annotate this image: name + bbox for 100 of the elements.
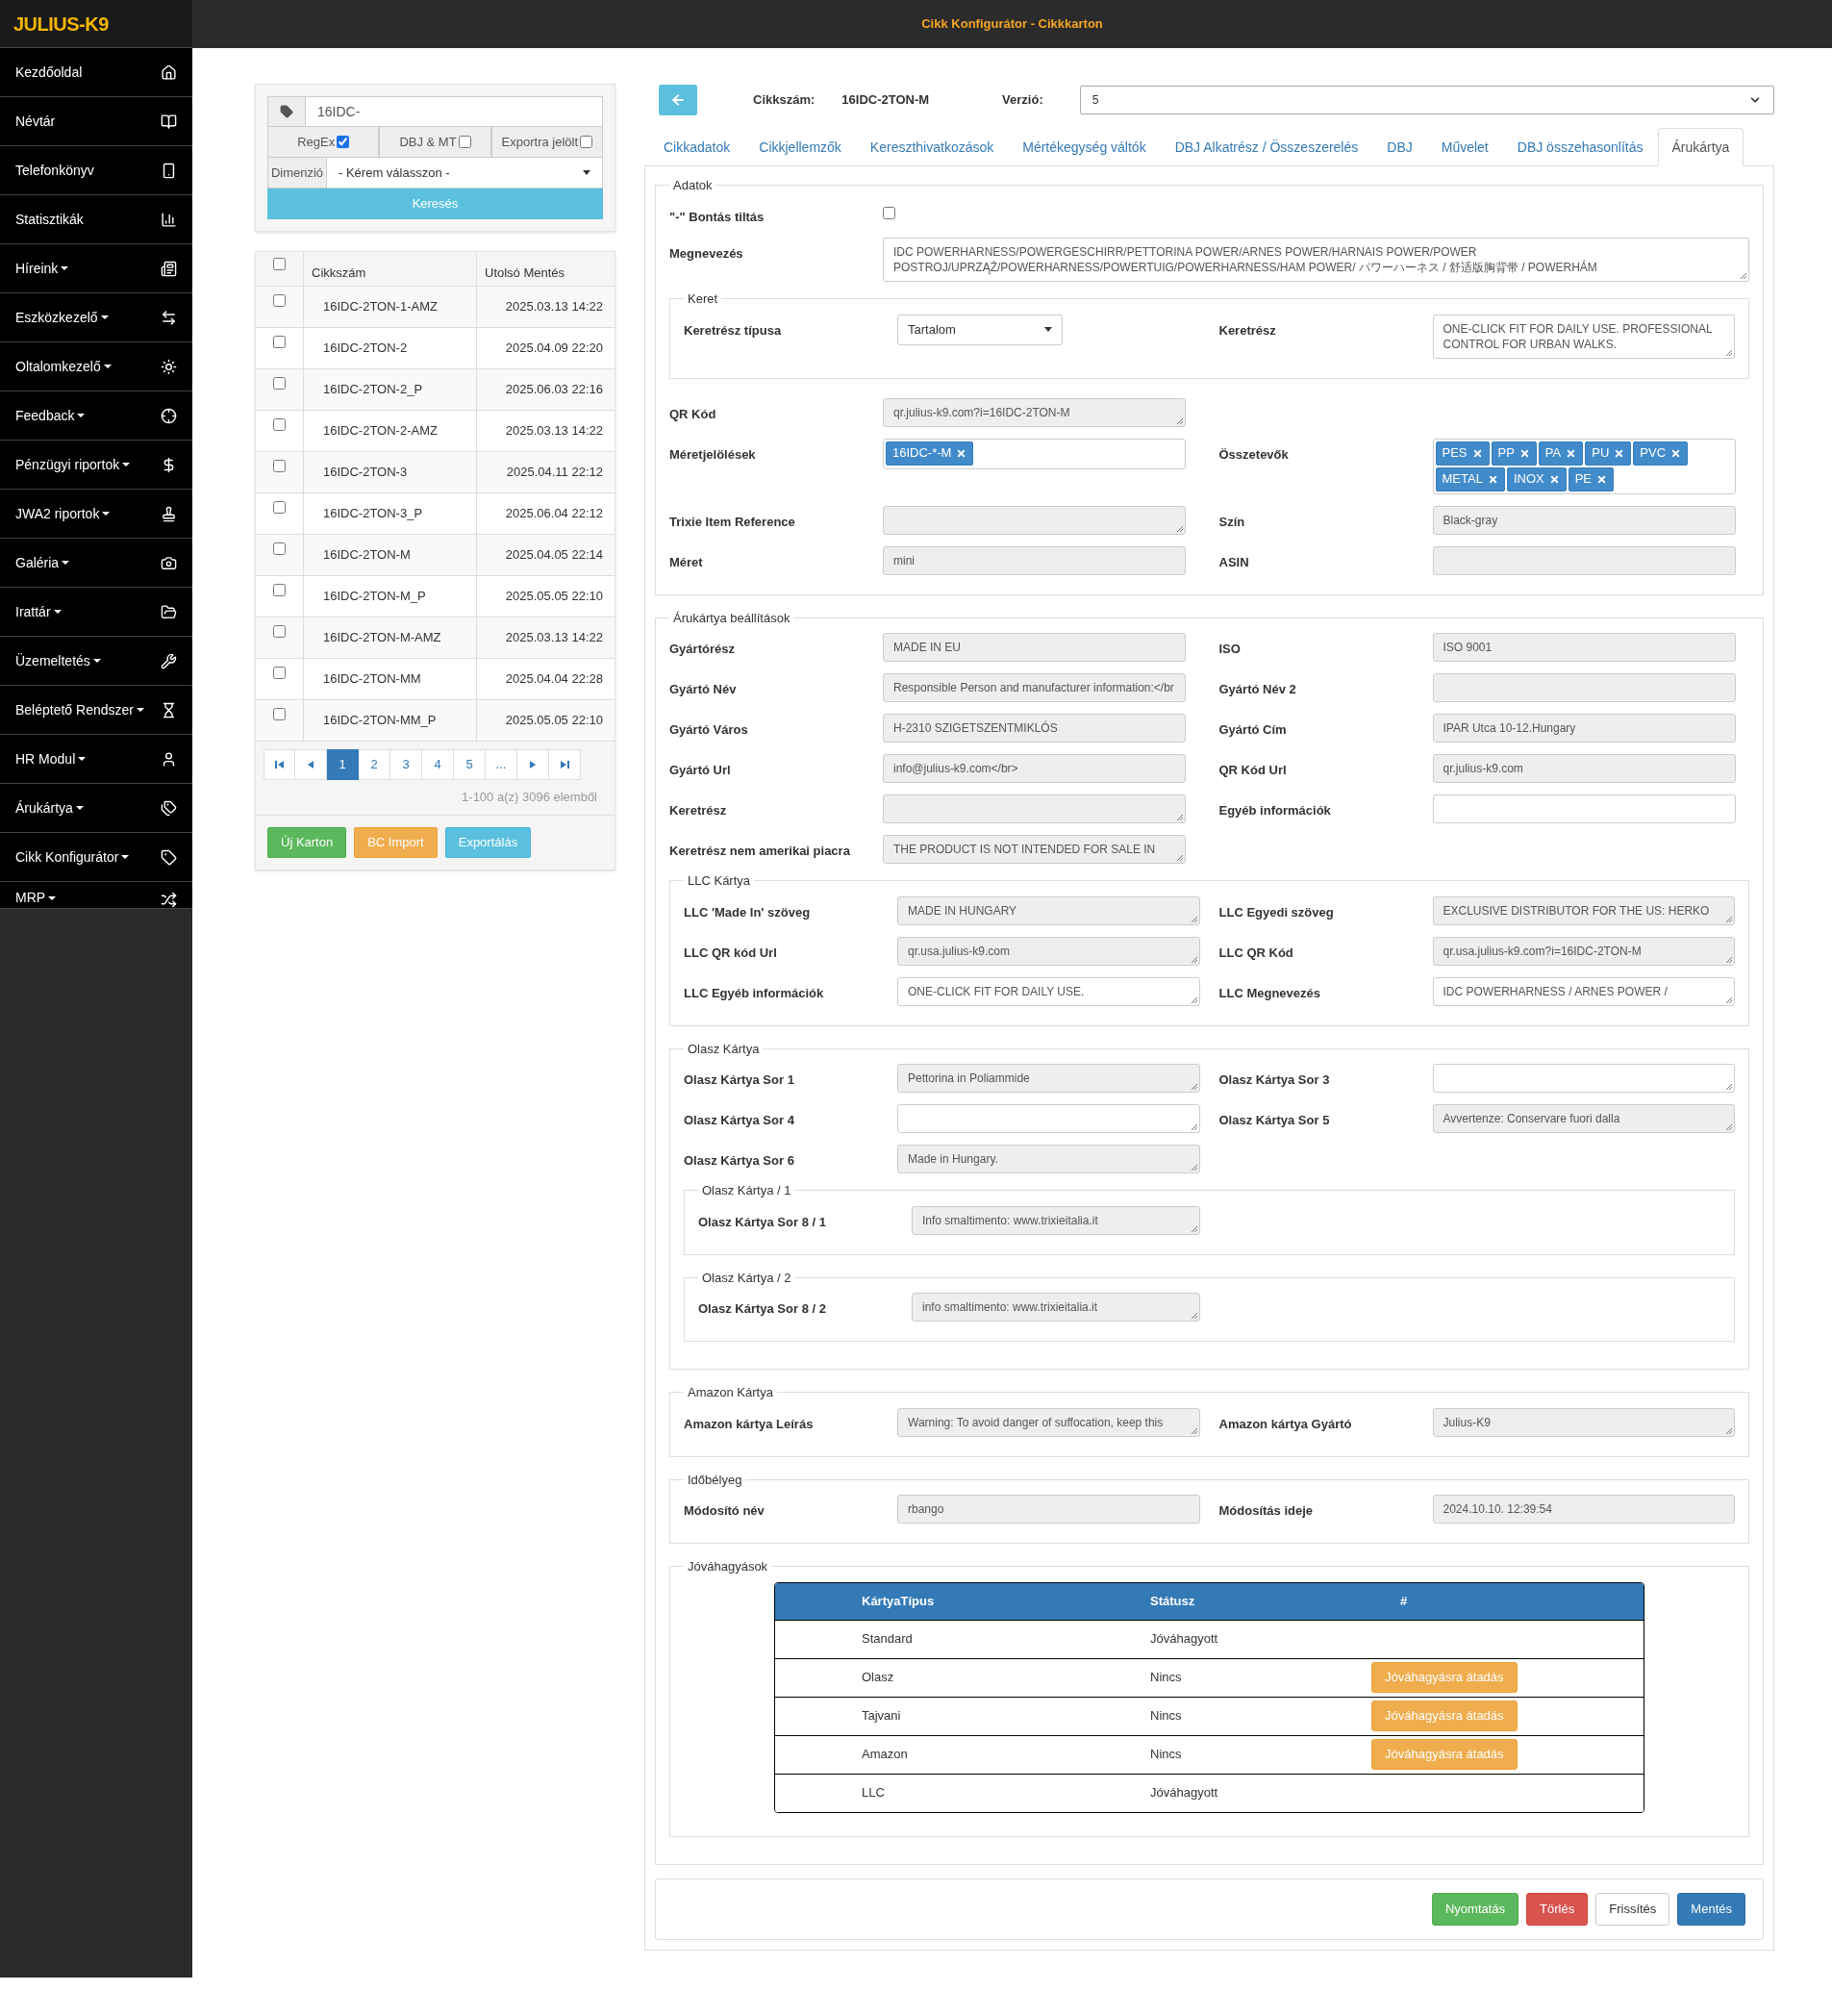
table-cell-text: LLC [861,1784,886,1802]
sidebar-item[interactable]: Irattár [0,588,192,637]
page-button[interactable]: 2 [359,749,390,780]
search-field[interactable]: 16IDC- [306,96,603,127]
tab[interactable]: DBJ [1372,128,1427,166]
page-button[interactable]: 5 [454,749,486,780]
table-cell: 16IDC-2TON-3_P [304,493,477,534]
select-all-checkbox[interactable] [273,258,286,270]
sidebar-item[interactable]: Cikk Konfigurátor [0,833,192,882]
sidebar-item[interactable]: Feedback [0,391,192,441]
sidebar-item[interactable]: Névtár [0,97,192,146]
checkbox[interactable] [580,136,593,148]
checkbox[interactable] [883,206,895,219]
sidebar-item[interactable]: MRP [0,882,192,909]
table-cell-text: 2025.04.09 22:20 [504,340,604,358]
resize-grip-icon [1176,814,1183,820]
field-label: Gyártórész [669,641,736,658]
textarea-field[interactable]: ONE-CLICK FIT FOR DAILY USE. PROFESSIONAL CONTROL FOR URBAN WALKS. [1432,314,1735,359]
field-value: Info smaltimento: www.trixieitalia.it [922,1213,1098,1227]
tag-chip[interactable]: PU [1585,441,1632,466]
phone-icon [161,162,177,179]
row-checkbox[interactable] [273,501,286,514]
sidebar-item[interactable]: HR Modul [0,735,192,784]
textarea-field[interactable]: IDC POWERHARNESS/POWERGESCHIRR/PETTORINA POWER/ARNES POWER/HARNAIS POWER/POWER POSTROJ/UPRZĄŻ/POWERHARNESS/POWERTUIG/POWERHARNESS/HAM POWER/ パワーハーネス / 舒适版胸背带 / POWERHÁM [883,238,1749,282]
column-header: KártyaTípus [861,1592,936,1610]
checkbox[interactable] [458,136,471,148]
checkbox[interactable] [337,136,350,148]
next-page-button[interactable] [517,749,549,780]
tag-chip[interactable]: PES [1435,441,1490,466]
row-checkbox[interactable] [273,418,286,431]
previous-page-button[interactable] [295,749,327,780]
version-select[interactable]: 5 [1079,86,1774,114]
sidebar-item[interactable]: JWA2 riportok [0,490,192,539]
textarea-field[interactable]: ONE-CLICK FIT FOR DAILY USE. [897,976,1200,1006]
action-button[interactable]: Mentés [1677,1892,1745,1926]
tab[interactable]: Mértékegység váltók [1008,128,1161,166]
page-button[interactable]: ... [486,749,517,780]
resize-grip-icon [1176,524,1183,532]
column-header[interactable]: Cikkszám [304,252,477,286]
row-checkbox[interactable] [273,542,286,555]
action-button[interactable]: Frissítés [1595,1892,1670,1926]
remove-icon [1518,447,1530,459]
sidebar-item[interactable]: Eszközkezelő [0,293,192,342]
page-button[interactable]: 1 [327,749,359,780]
input-field[interactable] [1432,794,1736,823]
sidebar-item[interactable]: Üzemeltetés [0,637,192,686]
sidebar-item[interactable]: Beléptető Rendszer [0,686,192,735]
tab[interactable]: Cikkjellemzők [744,128,856,166]
tags-field[interactable]: 16IDC-*-M [883,438,1186,469]
tag-chip[interactable]: INOX [1506,466,1567,491]
tag-chip[interactable]: PA [1538,441,1584,466]
row-checkbox[interactable] [273,708,286,720]
row-checkbox[interactable] [273,336,286,348]
remove-icon [1548,473,1560,485]
row-checkbox[interactable] [273,377,286,390]
sidebar-item[interactable]: Telefonkönyv [0,146,192,195]
sidebar-item[interactable]: Árukártya [0,784,192,833]
sidebar-item[interactable]: Kezdőoldal [0,48,192,97]
row-checkbox[interactable] [273,625,286,638]
tag-chip[interactable]: 16IDC-*-M [886,441,974,466]
column-header: # [1400,1592,1408,1610]
column-header[interactable]: Utolsó Mentés [477,252,615,286]
tab[interactable]: Kereszthivatkozások [855,128,1009,166]
tab[interactable]: Művelet [1426,128,1503,166]
tab[interactable]: DBJ Alkatrész / Összeszerelés [1160,128,1373,166]
action-button[interactable]: Törlés [1526,1892,1589,1926]
sidebar-item[interactable]: Pénzügyi riportok [0,441,192,490]
field-value: THE PRODUCT IS NOT INTENDED FOR SALE IN [893,843,1156,856]
sidebar-item[interactable]: Statisztikák [0,195,192,244]
dimension-select[interactable]: - Kérem válasszon - [327,158,603,189]
tags-field[interactable]: PES PP PA PU PVC METAL INOX PE [1432,438,1736,494]
textarea-field[interactable] [1432,1064,1735,1093]
last-page-button[interactable] [549,749,581,780]
tag-chip[interactable]: PVC [1633,441,1689,466]
page-button[interactable]: 4 [422,749,454,780]
fieldset-legend: Időbélyeg [684,1470,746,1489]
row-checkbox[interactable] [273,294,286,307]
row-checkbox[interactable] [273,460,286,472]
page-button[interactable]: 3 [390,749,422,780]
field-label: Olasz Kártya Sor 6 [684,1152,795,1170]
textarea-field[interactable] [897,1104,1200,1133]
tab[interactable]: DBJ összehasonlítás [1502,128,1658,166]
tag-chip[interactable]: PE [1568,466,1615,491]
tag-chip[interactable]: METAL [1435,466,1505,491]
resize-grip-icon [1190,1164,1197,1171]
textarea-field[interactable]: IDC POWERHARNESS / ARNES POWER / [1432,976,1735,1006]
resize-grip-icon [1725,348,1732,356]
sidebar-item[interactable]: Galéria [0,539,192,588]
tab[interactable]: Cikkadatok [649,128,745,166]
row-checkbox[interactable] [273,584,286,596]
logo[interactable]: JULIUS-K9 [0,0,192,48]
newspaper-icon [161,260,177,277]
row-checkbox[interactable] [273,667,286,679]
sidebar-item[interactable]: Oltalomkezelő [0,342,192,391]
sidebar-item[interactable]: Híreink [0,244,192,293]
tab[interactable]: Árukártya [1657,128,1744,166]
tag-chip[interactable]: PP [1491,441,1537,466]
first-page-button[interactable] [264,749,295,780]
select-field[interactable]: Tartalom [897,314,1063,345]
field-label: Méretjelölések [669,445,757,464]
